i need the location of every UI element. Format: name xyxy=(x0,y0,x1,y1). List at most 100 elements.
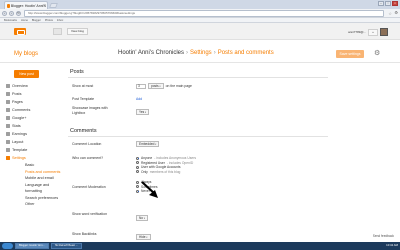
googleplus-icon xyxy=(6,116,10,120)
sidebar-item-stats[interactable]: Stats xyxy=(6,122,66,130)
posts-section-title: Posts xyxy=(70,69,84,75)
minimize-button[interactable]: – xyxy=(378,1,384,6)
radio-button[interactable] xyxy=(136,170,139,174)
sidebar-item-label: Google+ xyxy=(12,116,27,120)
tab-close-icon[interactable]: × xyxy=(44,3,46,7)
wrench-menu-icon[interactable]: ⚙ xyxy=(394,10,398,15)
sidebar-subitem-other[interactable]: Other xyxy=(6,201,66,208)
show-at-most-input[interactable]: 3 xyxy=(136,83,146,89)
bookmark-star-icon[interactable]: ☆ xyxy=(388,11,392,16)
sidebar-item-overview[interactable]: Overview xyxy=(6,82,66,90)
bookmark-item[interactable]: Bookmarks xyxy=(4,19,17,22)
template-icon xyxy=(6,148,10,152)
sidebar-item-label: Template xyxy=(12,148,28,152)
radio-button[interactable] xyxy=(136,185,139,189)
sidebar-item-layout[interactable]: Layout xyxy=(6,138,66,146)
show-at-most-control: 3 posts on the main page xyxy=(136,83,192,89)
radio-label: Only xyxy=(141,169,148,174)
sidebar-item-label: Comments xyxy=(12,108,31,112)
blogger-favicon-icon xyxy=(7,3,10,8)
blogger-logo-icon[interactable] xyxy=(14,28,26,35)
post-template-add-link[interactable]: Add xyxy=(136,97,142,101)
browser-tab[interactable]: Blogger: Hootin' Anni's Chronicle × xyxy=(4,1,48,9)
tab-title: Blogger: Hootin' Anni's Chronicle xyxy=(10,3,47,8)
sidebar-item-earnings[interactable]: Earnings xyxy=(6,130,66,138)
sidebar-item-settings[interactable]: Settings xyxy=(6,154,66,162)
send-feedback-link[interactable]: Send feedback xyxy=(373,234,394,238)
blogger-topbar: View blog anni7789@... + xyxy=(0,23,400,40)
radio-hint: members of this blog xyxy=(149,169,181,174)
lightbox-control: Yes xyxy=(136,109,150,115)
start-button[interactable] xyxy=(2,243,13,249)
sidebar-item-label: Stats xyxy=(12,124,21,128)
blog-name-link[interactable]: Hootin' Anni's Chronicles xyxy=(118,50,184,56)
who-can-comment-options: Anyone - includes Anonymous Users Registe… xyxy=(136,156,196,174)
radio-label: User with Google Accounts xyxy=(141,165,181,170)
account-area: anni7789@... + xyxy=(348,28,388,36)
share-button[interactable]: + xyxy=(368,28,378,36)
view-blog-button[interactable]: View blog xyxy=(67,28,88,35)
sidebar-item-template[interactable]: Template xyxy=(6,146,66,154)
save-settings-button[interactable]: Save settings xyxy=(336,50,364,58)
comments-section-title: Comments xyxy=(70,128,97,134)
taskbar-item[interactable]: Blogger: Hootin' Ann... xyxy=(15,243,49,249)
show-at-most-label: Show at most xyxy=(72,84,94,88)
sidebar-item-googleplus[interactable]: Google+ xyxy=(6,114,66,122)
stats-icon xyxy=(6,124,10,128)
address-toolbar: ‹ › ↻ http://www.blogger.com/blogger.g?b… xyxy=(0,9,400,18)
sidebar-item-posts[interactable]: Posts xyxy=(6,90,66,98)
avatar[interactable] xyxy=(380,28,388,36)
comment-moderation-label: Comment Moderation xyxy=(72,185,106,189)
url-field[interactable]: http://www.blogger.com/blogger.g?blogID=… xyxy=(24,10,384,17)
account-email[interactable]: anni7789@... xyxy=(348,30,366,34)
posts-list-button[interactable] xyxy=(53,28,62,35)
posts-icon xyxy=(6,92,10,96)
radio-option[interactable]: Only members of this blog xyxy=(136,170,196,175)
comment-location-select[interactable]: Embedded xyxy=(136,141,160,147)
radio-label: Registered User xyxy=(141,160,165,165)
radio-button[interactable] xyxy=(136,180,139,184)
close-window-button[interactable]: × xyxy=(392,1,398,6)
breadcrumb-settings[interactable]: Settings xyxy=(190,50,212,56)
radio-button[interactable] xyxy=(136,165,139,169)
comment-location-label: Comment Location xyxy=(72,142,102,146)
word-verification-select[interactable]: No xyxy=(136,215,149,221)
bookmark-item[interactable]: Photos xyxy=(45,19,53,22)
maximize-button[interactable]: ▫ xyxy=(385,1,391,6)
settings-icon xyxy=(6,156,10,160)
word-verification-control: No xyxy=(136,215,149,221)
radio-button[interactable] xyxy=(136,156,139,160)
who-can-comment-label: Who can comment? xyxy=(72,156,104,160)
lightbox-select[interactable]: Yes xyxy=(136,109,150,115)
forward-icon[interactable]: › xyxy=(9,10,14,16)
radio-button[interactable] xyxy=(136,189,139,193)
reload-icon[interactable]: ↻ xyxy=(16,10,21,16)
breadcrumb-separator: › xyxy=(213,50,216,56)
taskbar-item[interactable]: 7E Rainer8 Beast ... xyxy=(50,243,82,249)
sidebar-subitem-language[interactable]: Language and formatting xyxy=(6,182,66,195)
new-post-button[interactable]: New post xyxy=(14,70,39,78)
new-tab-button[interactable] xyxy=(49,3,58,8)
post-template-label: Post Template xyxy=(72,97,95,101)
backlinks-label: Show Backlinks xyxy=(72,232,97,236)
bookmark-item[interactable]: Inbox xyxy=(57,19,63,22)
breadcrumb: Hootin' Anni's Chronicles › Settings › Posts… xyxy=(118,50,274,56)
gear-icon[interactable]: ⚙ xyxy=(374,50,380,57)
bookmark-item[interactable]: Blogger xyxy=(32,19,41,22)
my-blogs-link[interactable]: My blogs xyxy=(14,51,38,57)
sidebar-item-label: Settings xyxy=(12,156,26,160)
back-icon[interactable]: ‹ xyxy=(2,10,7,16)
sidebar-item-comments[interactable]: Comments xyxy=(6,106,66,114)
annotation-arrow-icon xyxy=(141,181,158,198)
layout-icon xyxy=(6,140,10,144)
sidebar-item-label: Posts xyxy=(12,92,22,96)
show-at-most-unit-select[interactable]: posts xyxy=(148,83,164,89)
bookmark-item[interactable]: Home xyxy=(21,19,28,22)
radio-button[interactable] xyxy=(136,161,139,165)
section-divider xyxy=(68,77,328,78)
sidebar-item-pages[interactable]: Pages xyxy=(6,98,66,106)
radio-label: Anyone xyxy=(141,156,153,161)
backlinks-select[interactable]: Hide xyxy=(136,234,151,240)
sidebar-item-label: Pages xyxy=(12,100,23,104)
lightbox-label: Showcase images with Lightbox xyxy=(72,106,108,115)
